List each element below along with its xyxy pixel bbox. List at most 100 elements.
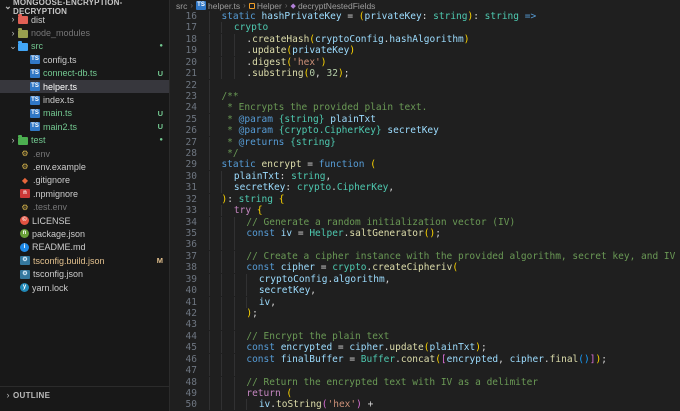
line-number[interactable]: 37 bbox=[171, 251, 197, 262]
breadcrumb-item-src[interactable]: src bbox=[176, 1, 187, 11]
code-area[interactable]: 16 static hashPrivateKey = (privateKey: … bbox=[171, 11, 680, 411]
code-line[interactable]: 21 .substring(0, 32); bbox=[171, 68, 680, 80]
tree-item-src[interactable]: ⌄ src ● bbox=[0, 40, 169, 53]
code-line[interactable]: 22 bbox=[171, 79, 680, 91]
code-line[interactable]: 47 bbox=[171, 365, 680, 377]
code-line[interactable]: 29 static encrypt = function ( bbox=[171, 159, 680, 171]
line-number[interactable]: 22 bbox=[171, 80, 197, 91]
code-line[interactable]: 34 // Generate a random initialization v… bbox=[171, 216, 680, 228]
line-number[interactable]: 18 bbox=[171, 34, 197, 45]
code-line[interactable]: 45 const encrypted = cipher.update(plain… bbox=[171, 342, 680, 354]
tree-item-connect-db-ts[interactable]: TS connect-db.ts U bbox=[0, 67, 169, 80]
code-line[interactable]: 28 */ bbox=[171, 148, 680, 160]
code-line[interactable]: 17 crypto bbox=[171, 22, 680, 34]
line-number[interactable]: 33 bbox=[171, 205, 197, 216]
code-line[interactable]: 23 /** bbox=[171, 90, 680, 102]
line-number[interactable]: 36 bbox=[171, 239, 197, 250]
line-number[interactable]: 16 bbox=[171, 11, 197, 22]
code-line[interactable]: 19 .update(privateKey) bbox=[171, 45, 680, 57]
code-line[interactable]: 31 secretKey: crypto.CipherKey, bbox=[171, 182, 680, 194]
line-number[interactable]: 34 bbox=[171, 217, 197, 228]
tree-item--gitignore[interactable]: ◆ .gitignore bbox=[0, 174, 169, 187]
line-number[interactable]: 42 bbox=[171, 308, 197, 319]
line-number[interactable]: 47 bbox=[171, 365, 197, 376]
code-line[interactable]: 27 * @returns {string} bbox=[171, 136, 680, 148]
code-line[interactable]: 32 ): string { bbox=[171, 193, 680, 205]
explorer-root-header[interactable]: ⌄ MONGOOSE-ENCRYPTION-DECRYPTION bbox=[0, 0, 169, 16]
code-line[interactable]: 30 plainTxt: string, bbox=[171, 170, 680, 182]
code-line[interactable]: 39 cryptoConfig.algorithm, bbox=[171, 273, 680, 285]
code-line[interactable]: 35 const iv = Helper.saltGenerator(); bbox=[171, 228, 680, 240]
code-line[interactable]: 26 * @param {crypto.CipherKey} secretKey bbox=[171, 125, 680, 137]
tree-item-helper-ts[interactable]: TS helper.ts bbox=[0, 79, 169, 94]
tree-item-tsconfig-json[interactable]: ⚙ tsconfig.json bbox=[0, 267, 169, 280]
code-line[interactable]: 18 .createHash(cryptoConfig.hashAlgorith… bbox=[171, 33, 680, 45]
line-number[interactable]: 23 bbox=[171, 91, 197, 102]
line-number[interactable]: 20 bbox=[171, 57, 197, 68]
line-number[interactable]: 24 bbox=[171, 102, 197, 113]
line-number[interactable]: 29 bbox=[171, 159, 197, 170]
tree-item-config-ts[interactable]: TS config.ts bbox=[0, 53, 169, 66]
code-line[interactable]: 49 return ( bbox=[171, 387, 680, 399]
code-text: return ( bbox=[209, 387, 292, 399]
tree-item--npmignore[interactable]: n .npmignore bbox=[0, 187, 169, 200]
code-line[interactable]: 46 const finalBuffer = Buffer.concat([en… bbox=[171, 353, 680, 365]
code-line[interactable]: 33 try { bbox=[171, 205, 680, 217]
line-number[interactable]: 21 bbox=[171, 68, 197, 79]
line-number[interactable]: 28 bbox=[171, 148, 197, 159]
line-number[interactable]: 45 bbox=[171, 342, 197, 353]
line-number[interactable]: 48 bbox=[171, 377, 197, 388]
line-number[interactable]: 44 bbox=[171, 331, 197, 342]
tree-item-node-modules[interactable]: › node_modules bbox=[0, 26, 169, 39]
tree-item-main2-ts[interactable]: TS main2.ts U bbox=[0, 120, 169, 133]
code-line[interactable]: 16 static hashPrivateKey = (privateKey: … bbox=[171, 11, 680, 22]
line-number[interactable]: 26 bbox=[171, 125, 197, 136]
tree-item-main-ts[interactable]: TS main.ts U bbox=[0, 107, 169, 120]
code-line[interactable]: 37 // Create a cipher instance with the … bbox=[171, 250, 680, 262]
tree-item--env-example[interactable]: ⚙ .env.example bbox=[0, 160, 169, 173]
breadcrumb-item-decryptnestedfields[interactable]: ◆ decryptNestedFields bbox=[291, 1, 376, 11]
line-number[interactable]: 35 bbox=[171, 228, 197, 239]
code-line[interactable]: 24 * Encrypts the provided plain text. bbox=[171, 102, 680, 114]
line-number[interactable]: 50 bbox=[171, 399, 197, 410]
code-line[interactable]: 50 iv.toString('hex') + bbox=[171, 399, 680, 411]
code-text: /** bbox=[209, 90, 239, 102]
code-line[interactable]: 38 const cipher = crypto.createCipheriv( bbox=[171, 262, 680, 274]
line-number[interactable]: 25 bbox=[171, 114, 197, 125]
code-line[interactable]: 48 // Return the encrypted text with IV … bbox=[171, 376, 680, 388]
tree-item--env[interactable]: ⚙ .env bbox=[0, 147, 169, 160]
line-number[interactable]: 40 bbox=[171, 285, 197, 296]
tree-item-dist[interactable]: › dist bbox=[0, 13, 169, 26]
tree-item-readme-md[interactable]: i README.md bbox=[0, 241, 169, 254]
line-number[interactable]: 38 bbox=[171, 262, 197, 273]
outline-section-header[interactable]: › OUTLINE bbox=[0, 386, 169, 404]
line-number[interactable]: 27 bbox=[171, 137, 197, 148]
tree-item-package-json[interactable]: n package.json bbox=[0, 227, 169, 240]
tree-item-index-ts[interactable]: TS index.ts bbox=[0, 93, 169, 106]
line-number[interactable]: 19 bbox=[171, 45, 197, 56]
code-line[interactable]: 36 bbox=[171, 239, 680, 251]
line-number[interactable]: 49 bbox=[171, 388, 197, 399]
code-line[interactable]: 20 .digest('hex') bbox=[171, 56, 680, 68]
line-number[interactable]: 39 bbox=[171, 274, 197, 285]
tree-item-tsconfig-build-json[interactable]: ⚙ tsconfig.build.json M bbox=[0, 254, 169, 267]
line-number[interactable]: 31 bbox=[171, 182, 197, 193]
code-line[interactable]: 42 ); bbox=[171, 307, 680, 319]
tree-item-yarn-lock[interactable]: y yarn.lock bbox=[0, 281, 169, 294]
tree-item--test-env[interactable]: ⚙ .test.env bbox=[0, 200, 169, 213]
line-number[interactable]: 17 bbox=[171, 22, 197, 33]
tree-item-test[interactable]: › test ● bbox=[0, 134, 169, 147]
line-number[interactable]: 30 bbox=[171, 171, 197, 182]
breadcrumb-item-helper[interactable]: Helper bbox=[248, 1, 282, 11]
line-number[interactable]: 43 bbox=[171, 319, 197, 330]
code-line[interactable]: 44 // Encrypt the plain text bbox=[171, 330, 680, 342]
code-line[interactable]: 43 bbox=[171, 319, 680, 331]
code-line[interactable]: 25 * @param {string} plainTxt bbox=[171, 113, 680, 125]
line-number[interactable]: 46 bbox=[171, 354, 197, 365]
line-number[interactable]: 32 bbox=[171, 194, 197, 205]
breadcrumb-item-helper.ts[interactable]: TS helper.ts bbox=[196, 1, 240, 11]
code-line[interactable]: 40 secretKey, bbox=[171, 285, 680, 297]
code-line[interactable]: 41 iv, bbox=[171, 296, 680, 308]
tree-item-license[interactable]: © LICENSE bbox=[0, 214, 169, 227]
line-number[interactable]: 41 bbox=[171, 297, 197, 308]
